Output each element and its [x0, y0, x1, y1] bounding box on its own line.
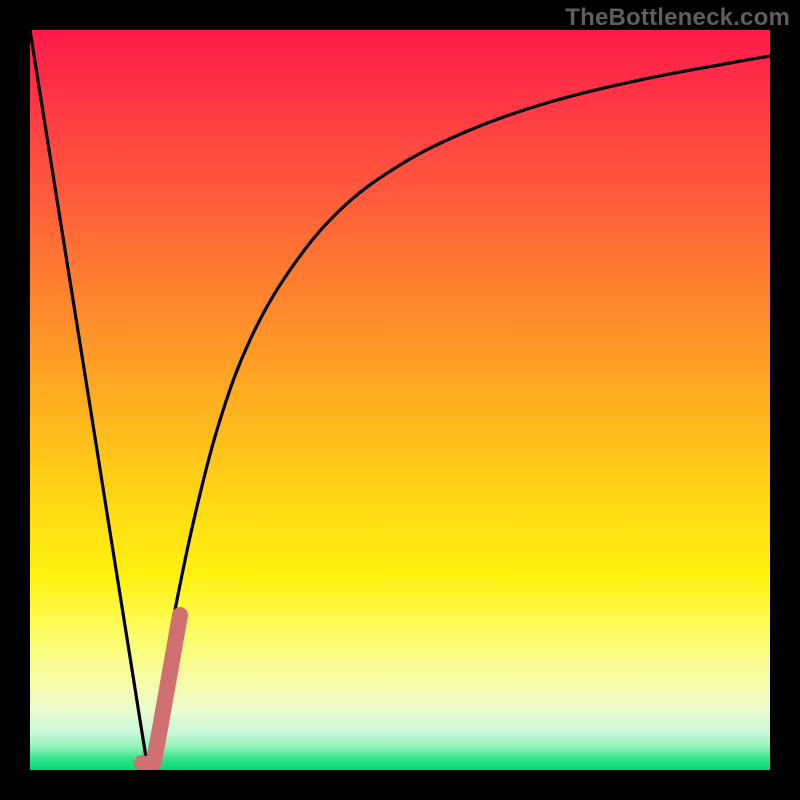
black-curve-right-path — [148, 56, 770, 770]
curve-layer — [30, 30, 770, 770]
plot-area — [30, 30, 770, 770]
black-curve-left-path — [30, 30, 148, 770]
chart-frame: TheBottleneck.com — [0, 0, 800, 800]
salmon-marker-path — [142, 615, 180, 767]
watermark-text: TheBottleneck.com — [565, 4, 790, 32]
